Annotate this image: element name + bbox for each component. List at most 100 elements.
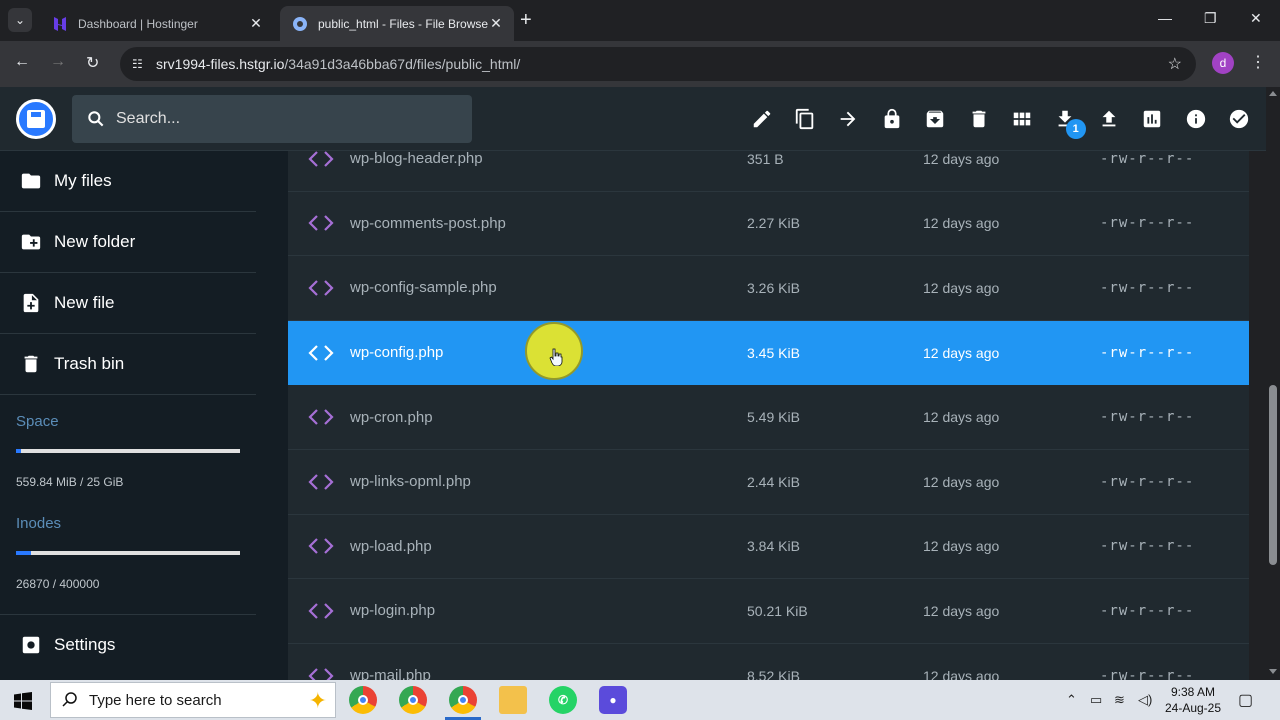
file-name: wp-links-opml.php — [350, 473, 471, 491]
browser-menu-icon[interactable]: ⋮ — [1250, 52, 1266, 72]
file-row[interactable]: wp-cron.php 5.49 KiB 12 days ago -rw-r--r-- — [288, 385, 1249, 450]
sidebar-item-new-folder[interactable]: New folder — [0, 212, 256, 273]
code-file-icon — [308, 601, 334, 621]
file-row[interactable]: wp-load.php 3.84 KiB 12 days ago -rw-r--r-- — [288, 514, 1249, 580]
back-icon[interactable]: ← — [14, 53, 30, 71]
file-size: 2.27 KiB — [747, 215, 800, 232]
wifi-icon[interactable]: ≋ — [1114, 692, 1125, 708]
page-scrollbar[interactable] — [1266, 87, 1280, 680]
permissions-button[interactable] — [870, 97, 913, 141]
tab-file-browser[interactable]: public_html - Files - File Browse ✕ — [280, 6, 514, 41]
filebrowser-logo[interactable] — [16, 99, 56, 139]
forward-icon[interactable]: → — [50, 53, 66, 71]
file-row[interactable]: wp-config.php 3.45 KiB 12 days ago -rw-r--r… — [288, 320, 1249, 386]
url-host: srv1994-files.hstgr.io — [156, 56, 285, 72]
file-row[interactable]: wp-config-sample.php 3.26 KiB 12 days ago -… — [288, 256, 1249, 321]
sidebar: My files New folder New file Trash bin S… — [0, 151, 288, 680]
sidebar-item-new-file[interactable]: New file — [0, 273, 256, 334]
bookmark-star-icon[interactable]: ☆ — [1168, 54, 1182, 74]
restore-icon[interactable]: ❐ — [1204, 10, 1217, 27]
scrollbar-thumb[interactable] — [1269, 385, 1277, 565]
move-button[interactable] — [827, 97, 870, 141]
select-button[interactable] — [1217, 97, 1260, 141]
file-row[interactable]: wp-blog-header.php 351 B 12 days ago -rw-r-… — [288, 151, 1249, 192]
inodes-progress-bar — [16, 551, 240, 555]
profile-avatar[interactable]: d — [1212, 52, 1234, 74]
delete-button[interactable] — [957, 97, 1000, 141]
scroll-up-icon[interactable] — [1269, 91, 1277, 96]
new-folder-icon — [20, 231, 42, 253]
tab-close-icon[interactable]: ✕ — [248, 15, 264, 32]
volume-icon[interactable]: ◁) — [1138, 692, 1152, 708]
sidebar-item-trash[interactable]: Trash bin — [0, 334, 256, 395]
chrome-active-app-icon[interactable] — [449, 686, 477, 714]
tab-title: public_html - Files - File Browse — [318, 16, 488, 31]
file-row[interactable]: wp-login.php 50.21 KiB 12 days ago -rw-r--r… — [288, 579, 1249, 644]
trash-icon — [20, 353, 42, 375]
whatsapp-icon[interactable]: ✆ — [549, 686, 577, 714]
battery-icon[interactable]: ▭ — [1090, 692, 1102, 708]
file-row[interactable]: wp-mail.php 8.52 KiB 12 days ago -rw-r--r-- — [288, 643, 1249, 680]
upload-button[interactable] — [1087, 97, 1130, 141]
file-permissions: -rw-r--r-- — [1100, 538, 1195, 555]
close-window-icon[interactable]: ✕ — [1250, 10, 1262, 27]
space-label: Space — [16, 413, 59, 430]
info-button[interactable] — [1174, 97, 1217, 141]
tab-search-button[interactable]: ⌄ — [8, 8, 32, 32]
download-button[interactable]: 1 — [1044, 97, 1087, 141]
usage-button[interactable] — [1131, 97, 1174, 141]
search-box[interactable]: Search... — [72, 95, 472, 143]
file-explorer-icon[interactable] — [499, 686, 527, 714]
sidebar-item-settings[interactable]: Settings — [0, 614, 256, 675]
space-progress-fill — [16, 449, 21, 453]
inodes-value: 26870 / 400000 — [16, 577, 100, 591]
code-file-icon — [308, 407, 334, 427]
chrome-profile-app-icon[interactable] — [399, 686, 427, 714]
bar-chart-icon — [1143, 110, 1161, 128]
copy-icon — [795, 108, 814, 130]
file-name: wp-config.php — [350, 344, 444, 362]
sidebar-item-my-files[interactable]: My files — [0, 151, 256, 212]
reload-icon[interactable]: ↻ — [86, 53, 99, 73]
file-permissions: -rw-r--r-- — [1100, 344, 1195, 361]
file-size: 5.49 KiB — [747, 409, 800, 426]
tray-chevron-icon[interactable]: ⌃ — [1066, 692, 1077, 708]
view-mode-button[interactable] — [1000, 97, 1043, 141]
file-row[interactable]: wp-links-opml.php 2.44 KiB 12 days ago -rw-… — [288, 450, 1249, 515]
file-permissions: -rw-r--r-- — [1100, 215, 1195, 232]
system-clock[interactable]: 9:38 AM 24-Aug-25 — [1160, 684, 1226, 716]
cursor-highlight — [525, 322, 583, 380]
archive-button[interactable] — [914, 97, 957, 141]
edit-icon — [753, 110, 770, 128]
taskbar-search[interactable]: Type here to search ✦ — [50, 682, 336, 718]
sidebar-item-label: Trash bin — [54, 354, 125, 373]
sparkle-icon: ✦ — [308, 688, 327, 713]
inodes-progress-fill — [16, 551, 31, 555]
copy-button[interactable] — [783, 97, 826, 141]
code-file-icon — [308, 213, 334, 233]
tab-dashboard[interactable]: Dashboard | Hostinger ✕ — [40, 6, 274, 41]
file-name: wp-mail.php — [350, 667, 431, 680]
download-count-badge: 1 — [1065, 119, 1086, 139]
file-permissions: -rw-r--r-- — [1100, 473, 1195, 490]
file-size: 3.45 KiB — [747, 344, 800, 361]
minimize-icon[interactable]: — — [1158, 10, 1172, 26]
recorder-app-icon[interactable]: ● — [599, 686, 627, 714]
file-name: wp-cron.php — [350, 408, 433, 426]
file-modified: 12 days ago — [923, 215, 1000, 232]
windows-start-icon[interactable] — [14, 692, 32, 710]
file-row[interactable]: wp-comments-post.php 2.27 KiB 12 days ago -… — [288, 191, 1249, 257]
address-bar[interactable]: ☷ srv1994-files.hstgr.io/34a91d3a46bba67… — [120, 47, 1196, 81]
tab-close-icon[interactable]: ✕ — [488, 15, 504, 32]
chrome-app-icon[interactable] — [349, 686, 377, 714]
edit-button[interactable] — [740, 97, 783, 141]
notifications-icon[interactable]: ▢ — [1238, 690, 1253, 710]
scroll-down-icon[interactable] — [1269, 669, 1277, 674]
site-info-icon[interactable]: ☷ — [132, 57, 150, 71]
file-permissions: -rw-r--r-- — [1100, 602, 1195, 619]
folder-icon — [20, 170, 42, 192]
code-file-icon — [308, 343, 334, 363]
file-modified: 12 days ago — [923, 473, 1000, 490]
new-tab-icon[interactable]: + — [520, 10, 532, 30]
file-size: 351 B — [747, 151, 784, 167]
